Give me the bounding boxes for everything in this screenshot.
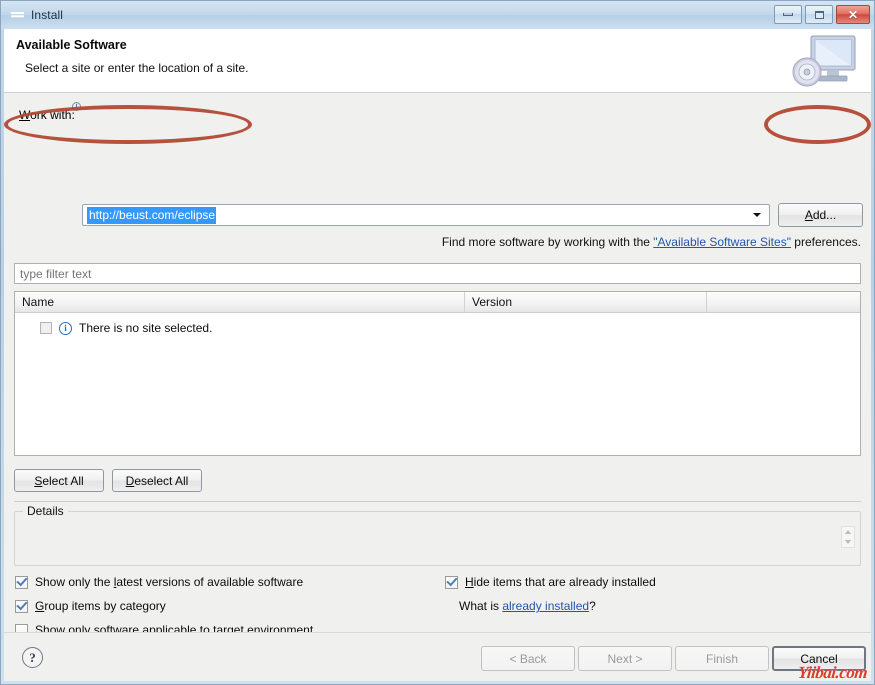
work-with-value: http://beust.com/eclipse: [87, 207, 216, 224]
column-header-name[interactable]: Name: [15, 292, 465, 313]
window-controls: ✕: [774, 5, 870, 24]
checkbox-label: Hide items that are already installed: [465, 575, 656, 589]
table-row[interactable]: i There is no site selected.: [15, 319, 860, 337]
checkbox-label: Group items by category: [35, 599, 166, 613]
maximize-icon: [815, 11, 824, 19]
back-button[interactable]: < Back: [481, 646, 575, 671]
table-header-row: Name Version: [15, 292, 860, 313]
checkbox-box: [15, 576, 28, 589]
available-software-sites-link[interactable]: "Available Software Sites": [653, 235, 791, 249]
dialog-client-area: Available Software Select a site or ente…: [4, 29, 871, 681]
checkbox-box: [445, 576, 458, 589]
already-installed-link[interactable]: already installed: [502, 599, 589, 613]
work-with-combo[interactable]: http://beust.com/eclipse: [82, 204, 770, 226]
divider: [14, 501, 861, 502]
close-icon: ✕: [848, 9, 858, 21]
page-subtitle: Select a site or enter the location of a…: [25, 61, 871, 75]
details-legend: Details: [23, 504, 68, 518]
checkbox-box: [15, 600, 28, 613]
filter-input[interactable]: [14, 263, 861, 284]
row-checkbox: [40, 322, 52, 334]
work-with-input[interactable]: http://beust.com/eclipse: [83, 205, 738, 225]
details-group: Details: [14, 511, 861, 566]
column-header-version[interactable]: Version: [465, 292, 707, 313]
finish-button[interactable]: Finish: [675, 646, 769, 671]
select-all-button[interactable]: Select All: [14, 469, 104, 492]
find-more-prefix: Find more software by working with the: [442, 235, 653, 249]
dialog-footer: ? < Back Next > Finish Cancel Yiibai.com: [4, 632, 871, 681]
minimize-icon: [783, 13, 793, 16]
checkbox-hide-installed[interactable]: Hide items that are already installed: [445, 575, 656, 589]
install-dialog-window: Install ✕ Available Software Select a si…: [0, 0, 875, 685]
table-body: i There is no site selected.: [15, 313, 860, 337]
checkbox-latest-versions[interactable]: Show only the latest versions of availab…: [15, 575, 303, 589]
window-title: Install: [31, 8, 63, 22]
table-row-name: There is no site selected.: [79, 321, 212, 335]
work-with-label: Work with:: [19, 108, 75, 122]
watermark: Yiibai.com: [797, 663, 868, 683]
close-button[interactable]: ✕: [836, 5, 870, 24]
info-icon: i: [59, 322, 72, 335]
next-button[interactable]: Next >: [578, 646, 672, 671]
column-header-extra[interactable]: [707, 292, 860, 313]
help-icon[interactable]: ?: [22, 647, 43, 668]
find-more-suffix: preferences.: [791, 235, 861, 249]
eclipse-icon: [10, 8, 25, 23]
find-more-software-text: Find more software by working with the "…: [442, 235, 861, 249]
window-title-bar: Install ✕: [1, 1, 874, 29]
chevron-down-icon[interactable]: [753, 213, 761, 217]
dialog-header: Available Software Select a site or ente…: [4, 29, 871, 93]
checkbox-group-by-category[interactable]: Group items by category: [15, 599, 166, 613]
what-is-already-installed: What is already installed?: [459, 599, 596, 613]
maximize-button[interactable]: [805, 5, 833, 24]
checkbox-label: Show only the latest versions of availab…: [35, 575, 303, 589]
software-table: Name Version i There is no site selected…: [14, 291, 861, 456]
info-icon: i: [72, 102, 81, 111]
minimize-button[interactable]: [774, 5, 802, 24]
spinner-updown-icon[interactable]: [841, 526, 855, 548]
add-button[interactable]: Add...: [778, 203, 863, 227]
page-title: Available Software: [16, 38, 871, 52]
deselect-all-button[interactable]: Deselect All: [112, 469, 202, 492]
monitor-cd-icon: [787, 31, 863, 91]
